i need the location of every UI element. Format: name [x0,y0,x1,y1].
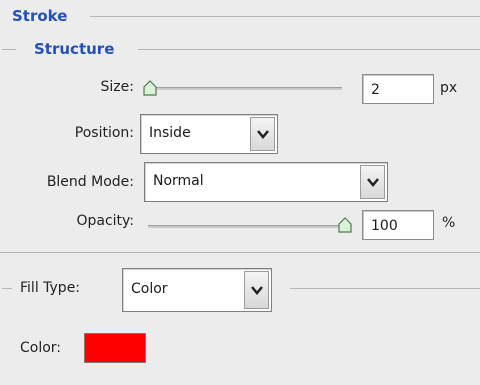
fill-type-dropdown-button[interactable] [244,271,269,309]
chevron-down-icon [250,286,263,295]
structure-right-rule [138,49,480,50]
color-swatch[interactable] [84,333,146,363]
stroke-section-title: Stroke [8,6,72,26]
size-label: Size: [100,79,134,95]
opacity-unit: % [442,215,456,231]
chevron-down-icon [256,130,269,139]
size-unit: px [440,80,458,96]
structure-left-rule [2,49,16,50]
opacity-slider-thumb-icon[interactable] [338,217,352,233]
position-select[interactable]: Inside [140,114,278,154]
size-input[interactable]: 2 [362,74,434,104]
opacity-label: Opacity: [76,213,134,229]
stroke-header-rule [90,16,480,17]
fill-type-label: Fill Type: [20,280,81,296]
fill-type-value: Color [131,281,168,297]
size-slider-thumb-icon[interactable] [143,80,157,96]
blend-mode-select[interactable]: Normal [144,162,388,202]
opacity-input[interactable]: 100 [362,210,434,240]
opacity-slider-track[interactable] [148,225,348,228]
position-dropdown-button[interactable] [250,117,275,151]
position-value: Inside [149,125,191,141]
section-divider [0,252,480,253]
blend-mode-label: Blend Mode: [46,174,134,190]
fill-right-rule [290,288,480,289]
blend-mode-dropdown-button[interactable] [360,165,385,199]
structure-section-title: Structure [30,39,119,59]
blend-mode-value: Normal [153,173,204,189]
fill-type-select[interactable]: Color [122,268,272,312]
position-label: Position: [74,125,134,141]
chevron-down-icon [366,178,379,187]
color-label: Color: [20,340,62,356]
size-slider-track[interactable] [148,87,342,90]
fill-left-rule [2,288,12,289]
